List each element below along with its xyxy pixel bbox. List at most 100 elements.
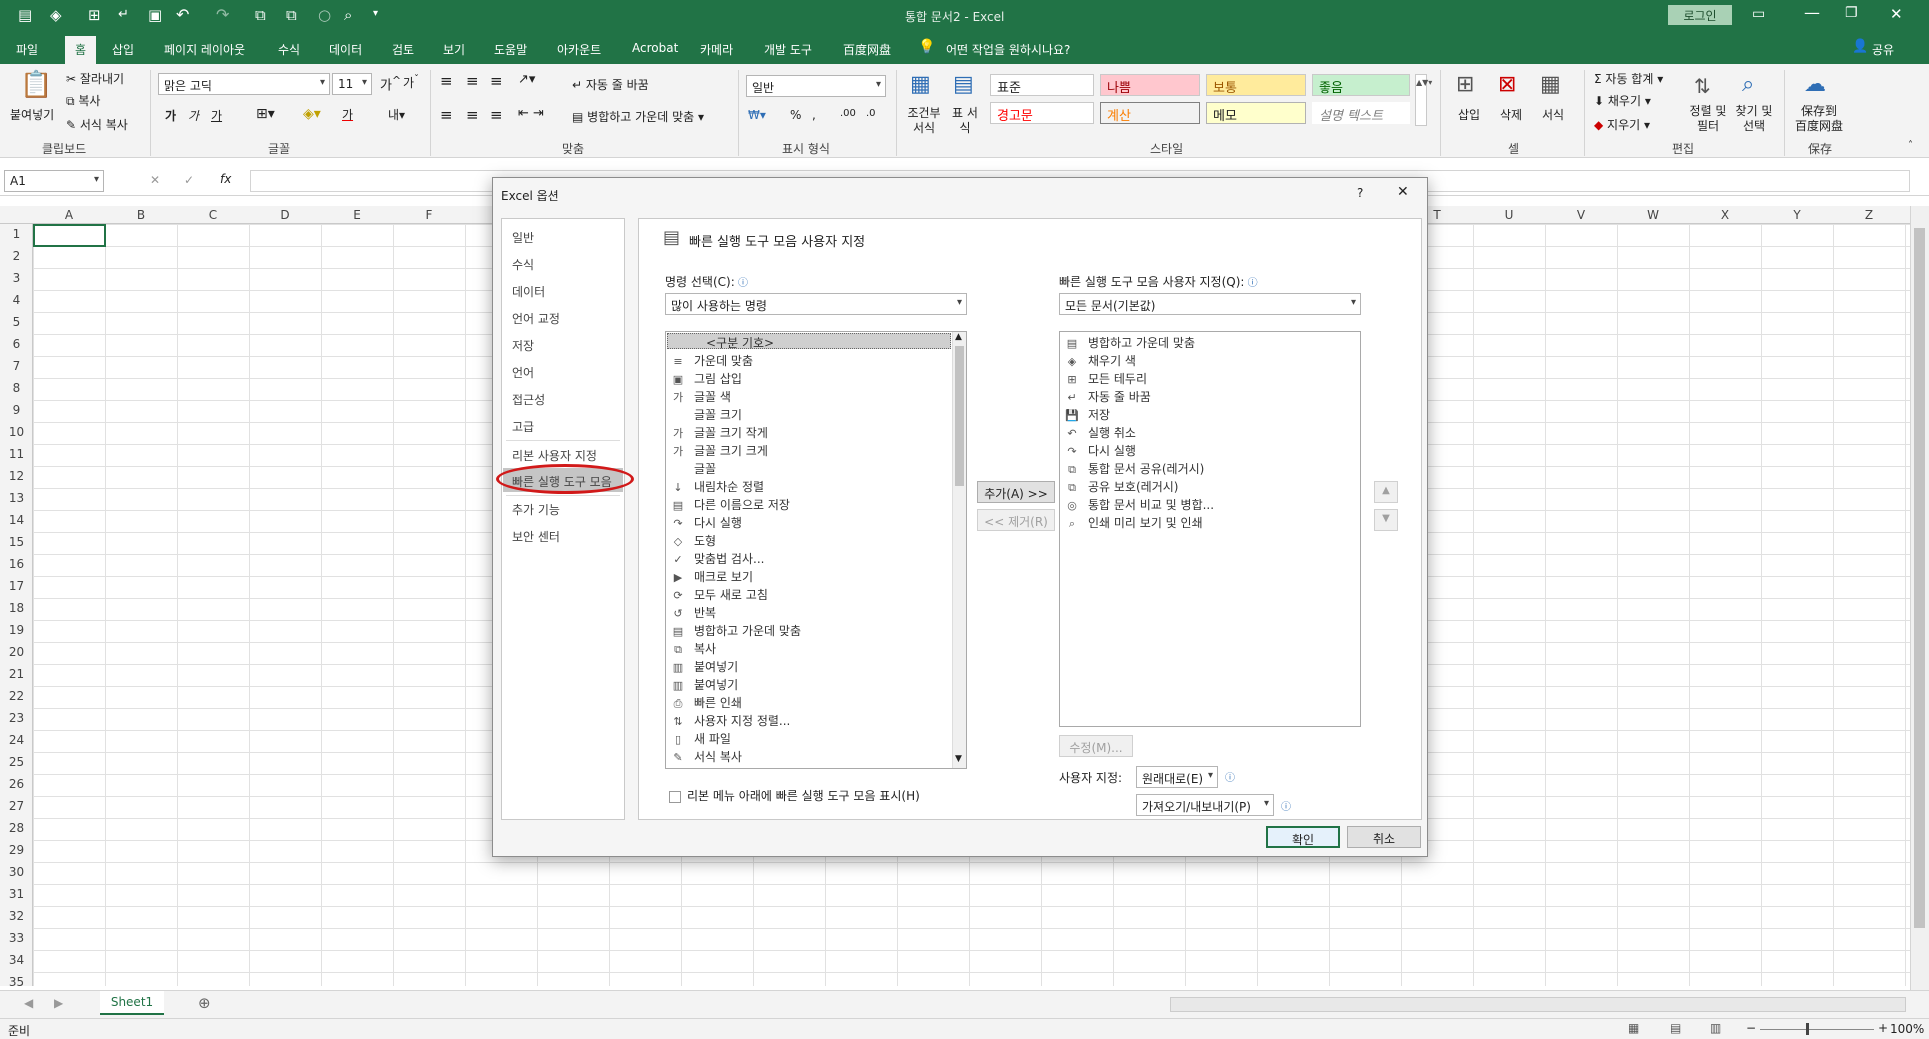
tab-insert[interactable]: 삽입 [112, 41, 134, 58]
list-item[interactable]: ⌕ 인쇄 미리 보기 및 인쇄 [1064, 514, 1203, 532]
qat-fill-icon[interactable]: ◈ [50, 6, 62, 24]
qat-wrap-icon[interactable]: ↵ [118, 7, 129, 22]
list-item[interactable]: ↺ 반복 [670, 604, 716, 622]
normal-view-icon[interactable]: ▦ [1628, 1021, 1639, 1035]
find-icon[interactable]: ⌕ [1742, 72, 1754, 97]
align-top-icon[interactable]: ≡ [440, 72, 453, 90]
conditional-format-button[interactable]: 조건부 서식 [906, 106, 942, 136]
nav-add-ins[interactable]: 추가 기능 [512, 501, 560, 518]
minimize-icon[interactable]: — [1804, 3, 1820, 22]
qat-preview-icon[interactable]: ⌕ [344, 6, 352, 24]
add-button[interactable]: 추가(A) >> [977, 481, 1055, 503]
nav-proofing[interactable]: 언어 교정 [512, 310, 560, 327]
qat-share-icon[interactable]: ⧉ [255, 6, 266, 24]
zoom-slider[interactable] [1760, 1029, 1874, 1030]
next-sheet-icon[interactable]: ▶ [54, 996, 63, 1010]
column-header[interactable]: E [321, 208, 393, 222]
bold-button[interactable]: 가 [165, 107, 176, 124]
move-up-icon[interactable]: ▲ [1374, 481, 1398, 503]
list-item[interactable]: ▤ 병합하고 가운데 맞춤 [1064, 334, 1195, 352]
show-below-ribbon-checkbox[interactable]: 리본 메뉴 아래에 빠른 실행 도구 모음 표시(H) [669, 787, 920, 804]
list-item[interactable]: ◇ 도형 [670, 532, 716, 550]
format-cells-button[interactable]: 서식 [1542, 106, 1564, 123]
paste-button[interactable]: 붙여넣기 [10, 106, 54, 123]
row-header[interactable]: 32 [0, 909, 33, 923]
qat-undo-icon[interactable]: ↶ [176, 5, 189, 24]
nav-formulas[interactable]: 수식 [512, 256, 534, 273]
baidu-cloud-icon[interactable]: ☁ [1804, 72, 1826, 97]
row-header[interactable]: 20 [0, 645, 33, 659]
insert-cells-button[interactable]: 삽입 [1458, 106, 1480, 123]
help-button[interactable]: ? [1357, 186, 1363, 200]
list-item[interactable]: ▣ 그림 삽입 [670, 370, 742, 388]
tab-file[interactable]: 파일 [16, 41, 38, 58]
modify-button[interactable]: 수정(M)... [1059, 735, 1133, 757]
underline-button[interactable]: 가 [211, 107, 222, 124]
grow-font-icon[interactable]: 가^ [380, 74, 401, 93]
list-item[interactable]: ⎙ 빠른 인쇄 [670, 694, 742, 712]
list-item[interactable]: ⧉ 복사 [670, 640, 716, 658]
font-size-combo[interactable]: 11 [332, 73, 372, 95]
fill-color-icon[interactable]: ◈▾ [303, 106, 321, 122]
fill-button[interactable]: ⬇ 채우기 ▾ [1594, 92, 1651, 109]
nav-advanced[interactable]: 고급 [512, 418, 534, 435]
paste-icon[interactable]: 📋 [20, 70, 52, 100]
restore-icon[interactable]: ❐ [1845, 5, 1858, 21]
qat-more-icon[interactable]: ▾ [373, 8, 378, 19]
qat-save-icon[interactable]: ▤ [18, 6, 32, 24]
row-header[interactable]: 22 [0, 689, 33, 703]
tab-review[interactable]: 검토 [392, 41, 414, 58]
row-header[interactable]: 10 [0, 425, 33, 439]
tab-view[interactable]: 보기 [443, 41, 465, 58]
format-painter-button[interactable]: ✎ 서식 복사 [66, 116, 128, 133]
row-header[interactable]: 34 [0, 953, 33, 967]
list-item[interactable]: ↓ 내림차순 정렬 [670, 478, 764, 496]
list-item[interactable]: ▥ 붙여넣기 [670, 658, 738, 676]
nav-general[interactable]: 일반 [512, 229, 534, 246]
vertical-scrollbar[interactable] [1910, 206, 1929, 990]
phonetic-icon[interactable]: 내▾ [388, 106, 405, 123]
commands-scroll-thumb[interactable] [955, 346, 964, 486]
align-middle-icon[interactable]: ≡ [466, 72, 479, 90]
align-bottom-icon[interactable]: ≡ [490, 72, 503, 90]
copy-button[interactable]: ⧉ 복사 [66, 92, 100, 109]
row-header[interactable]: 29 [0, 843, 33, 857]
insert-function-button[interactable]: fx [220, 172, 231, 186]
row-header[interactable]: 2 [0, 249, 33, 263]
tab-baidu[interactable]: 百度网盘 [843, 41, 891, 58]
column-header[interactable]: V [1545, 208, 1617, 222]
zoom-in-icon[interactable]: + [1878, 1021, 1888, 1035]
style-explanatory[interactable]: 설명 텍스트 [1312, 102, 1410, 124]
list-item[interactable]: 가 글꼴 크기 작게 [670, 424, 768, 442]
align-left-icon[interactable]: ≡ [440, 106, 453, 124]
zoom-slider-thumb[interactable] [1806, 1023, 1809, 1035]
window-close-icon[interactable]: ✕ [1890, 5, 1903, 23]
row-header[interactable]: 7 [0, 359, 33, 373]
align-right-icon[interactable]: ≡ [490, 106, 503, 124]
list-item[interactable]: 글꼴 [670, 460, 716, 478]
list-item[interactable]: ↵ 자동 줄 바꿈 [1064, 388, 1150, 406]
sort-filter-icon[interactable]: ⇅ [1694, 74, 1711, 98]
nav-trust-center[interactable]: 보안 센터 [512, 528, 560, 545]
prev-sheet-icon[interactable]: ◀ [24, 996, 33, 1010]
row-header[interactable]: 21 [0, 667, 33, 681]
delete-cells-button[interactable]: 삭제 [1500, 106, 1522, 123]
nav-language[interactable]: 언어 [512, 364, 534, 381]
style-calc[interactable]: 계산 [1100, 102, 1200, 124]
choose-commands-select[interactable]: 많이 사용하는 명령 [665, 293, 967, 315]
font-color-button[interactable]: 가 [342, 106, 353, 123]
cancel-entry-icon[interactable]: ✕ [150, 173, 160, 187]
comma-icon[interactable]: , [812, 108, 816, 122]
list-item[interactable]: ✎ 서식 복사 [670, 748, 742, 766]
qat-list[interactable]: ▤ 병합하고 가운데 맞춤 ◈ 채우기 색 ⊞ 모든 테두리 ↵ 자동 줄 바꿈 💾 저장 ↶ 실행 … [1059, 331, 1361, 727]
qat-compare-icon[interactable]: ○ [318, 6, 331, 24]
style-neutral[interactable]: 보통 [1206, 74, 1306, 96]
page-break-view-icon[interactable]: ▥ [1710, 1021, 1721, 1035]
list-item[interactable]: ▶ 매크로 보기 [670, 568, 753, 586]
tab-camera[interactable]: 카메라 [700, 41, 733, 58]
nav-save[interactable]: 저장 [512, 337, 534, 354]
move-down-icon[interactable]: ▼ [1374, 509, 1398, 531]
column-header[interactable]: W [1617, 208, 1689, 222]
save-baidu-button[interactable]: 保存到 百度网盘 [1794, 104, 1844, 134]
styles-more-icon[interactable]: ▲▼▾ [1415, 74, 1432, 126]
